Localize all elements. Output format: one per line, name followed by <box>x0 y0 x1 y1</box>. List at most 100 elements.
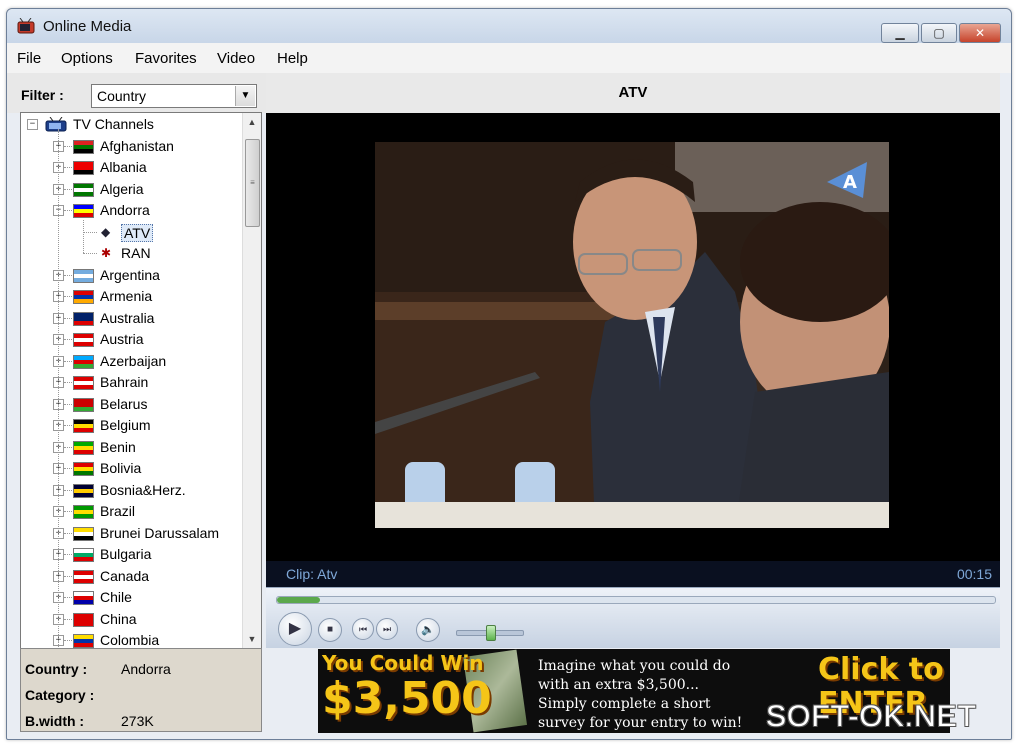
tree-country-item[interactable]: + Azerbaijan <box>21 351 241 372</box>
svg-text:A: A <box>843 172 857 193</box>
channel-tree[interactable]: − TV Channels + Afghanistan + Albania + Alger… <box>20 112 262 649</box>
tree-country-item[interactable]: + Austria <box>21 329 241 350</box>
flag-icon <box>73 333 94 347</box>
tree-country-item[interactable]: + Bahrain <box>21 372 241 393</box>
filter-value: Country <box>97 88 147 104</box>
tree-country-item[interactable]: + Belgium <box>21 415 241 436</box>
tree-country-item[interactable]: + Bulgaria <box>21 544 241 565</box>
tree-country-item[interactable]: + Brazil <box>21 501 241 522</box>
volume-thumb[interactable] <box>486 625 496 641</box>
tree-country-item[interactable]: + Afghanistan <box>21 136 241 157</box>
tree-country-item[interactable]: + Algeria <box>21 179 241 200</box>
channel-header: ATV <box>266 73 1000 113</box>
scroll-down-icon[interactable]: ▼ <box>243 630 261 648</box>
tree-country-item[interactable]: + Brunei Darussalam <box>21 523 241 544</box>
tree-country-label: Benin <box>100 438 136 455</box>
tree-country-label: Bosnia&Herz. <box>100 481 186 498</box>
play-button[interactable]: ▶ <box>278 612 312 646</box>
stop-icon: ■ <box>326 624 334 635</box>
ad-headline-amount: $3,500 <box>322 673 492 724</box>
close-icon: ✕ <box>974 26 986 40</box>
flag-icon <box>73 161 94 175</box>
maximize-button[interactable]: ▢ <box>921 23 957 43</box>
tree-country-item[interactable]: + Australia <box>21 308 241 329</box>
ad-body-line: Imagine what you could do <box>538 658 731 674</box>
tree-country-item[interactable]: + Argentina <box>21 265 241 286</box>
tree-country-label: Colombia <box>100 632 160 648</box>
flag-icon <box>73 505 94 519</box>
tree-connector <box>58 129 59 648</box>
channel-icon: ◆ <box>101 224 111 239</box>
tree-country-item[interactable]: + Bolivia <box>21 458 241 479</box>
clip-bar: Clip: Atv 00:15 <box>266 561 1000 587</box>
seek-progress <box>277 597 321 603</box>
flag-icon <box>73 526 94 541</box>
chevron-down-icon[interactable]: ▼ <box>235 86 255 106</box>
tree-country-item[interactable]: + Colombia <box>21 630 241 648</box>
country-label: Country : <box>25 661 88 677</box>
flag-icon <box>73 290 94 304</box>
tv-channels-icon <box>45 117 67 132</box>
flag-icon <box>73 139 94 154</box>
flag-icon <box>73 204 94 218</box>
filter-select[interactable]: Country ▼ <box>91 84 257 108</box>
menu-file[interactable]: File <box>17 50 41 67</box>
flag-icon <box>73 419 94 433</box>
close-button[interactable]: ✕ <box>959 23 1001 43</box>
flag-icon <box>73 462 94 476</box>
menu-video[interactable]: Video <box>217 50 255 67</box>
menu-help[interactable]: Help <box>277 50 308 67</box>
scroll-thumb[interactable]: ≡ <box>245 139 260 227</box>
tree-country-item[interactable]: + Canada <box>21 566 241 587</box>
tree-country-item[interactable]: + Chile <box>21 587 241 608</box>
flag-icon <box>73 440 94 455</box>
flag-icon <box>73 548 94 562</box>
maximize-icon: ▢ <box>933 26 945 40</box>
tree-channel-item[interactable]: ✱ RAN <box>21 243 241 264</box>
tree-country-item[interactable]: + Bosnia&Herz. <box>21 480 241 501</box>
mute-button[interactable]: 🔈 <box>416 618 440 642</box>
tree-country-item[interactable]: − Andorra <box>21 200 241 221</box>
stop-button[interactable]: ■ <box>318 618 342 642</box>
tree-country-label: Brunei Darussalam <box>100 524 220 541</box>
ad-headline: You Could Win $3,500 <box>322 651 522 723</box>
scroll-up-icon[interactable]: ▲ <box>243 113 261 131</box>
previous-button[interactable]: ⏮ <box>352 618 374 640</box>
menu-options[interactable]: Options <box>61 50 113 67</box>
tree-country-label: Brazil <box>100 503 136 519</box>
ad-body-line: survey for your entry to win! <box>538 715 743 731</box>
ad-body-line: Simply complete a short <box>538 696 711 712</box>
tree-country-label: Azerbaijan <box>100 352 167 369</box>
tree-root[interactable]: − TV Channels <box>21 114 241 135</box>
tree-country-label: Bulgaria <box>100 546 152 562</box>
video-area[interactable]: A <box>266 113 1000 561</box>
video-image: A <box>375 142 889 528</box>
flag-icon <box>73 569 94 584</box>
tree-country-item[interactable]: + Albania <box>21 157 241 178</box>
flag-icon <box>73 376 94 390</box>
next-icon: ⏭ <box>382 624 392 634</box>
flag-icon <box>73 397 94 412</box>
next-button[interactable]: ⏭ <box>376 618 398 640</box>
tree-country-label: China <box>100 610 137 627</box>
tree-country-label: Algeria <box>100 180 144 197</box>
menu-favorites[interactable]: Favorites <box>135 50 197 67</box>
tree-scrollbar[interactable]: ▲ ≡ ▼ <box>242 113 261 648</box>
tree-channel-item[interactable]: ◆ ATV <box>21 222 241 243</box>
clip-time: 00:15 <box>956 566 992 582</box>
ad-cta-line1: Click to <box>818 652 944 687</box>
window-title: Online Media <box>43 18 132 35</box>
tree-country-item[interactable]: + Belarus <box>21 394 241 415</box>
player-controls: ▶ ■ ⏮ ⏭ 🔈 <box>266 587 1000 648</box>
seek-bar[interactable] <box>276 596 996 604</box>
filter-label: Filter : <box>21 87 64 103</box>
minimize-button[interactable]: ▁ <box>881 23 919 43</box>
tree-country-item[interactable]: + Armenia <box>21 286 241 307</box>
tree-country-item[interactable]: + Benin <box>21 437 241 458</box>
volume-slider[interactable] <box>456 625 524 641</box>
ad-body-line: with an extra $3,500... <box>538 677 699 693</box>
video-frame[interactable]: A <box>375 142 889 528</box>
tree-country-item[interactable]: + China <box>21 609 241 630</box>
collapse-icon[interactable]: − <box>27 119 38 130</box>
title-bar[interactable]: Online Media ▁ ▢ ✕ <box>7 9 1011 43</box>
